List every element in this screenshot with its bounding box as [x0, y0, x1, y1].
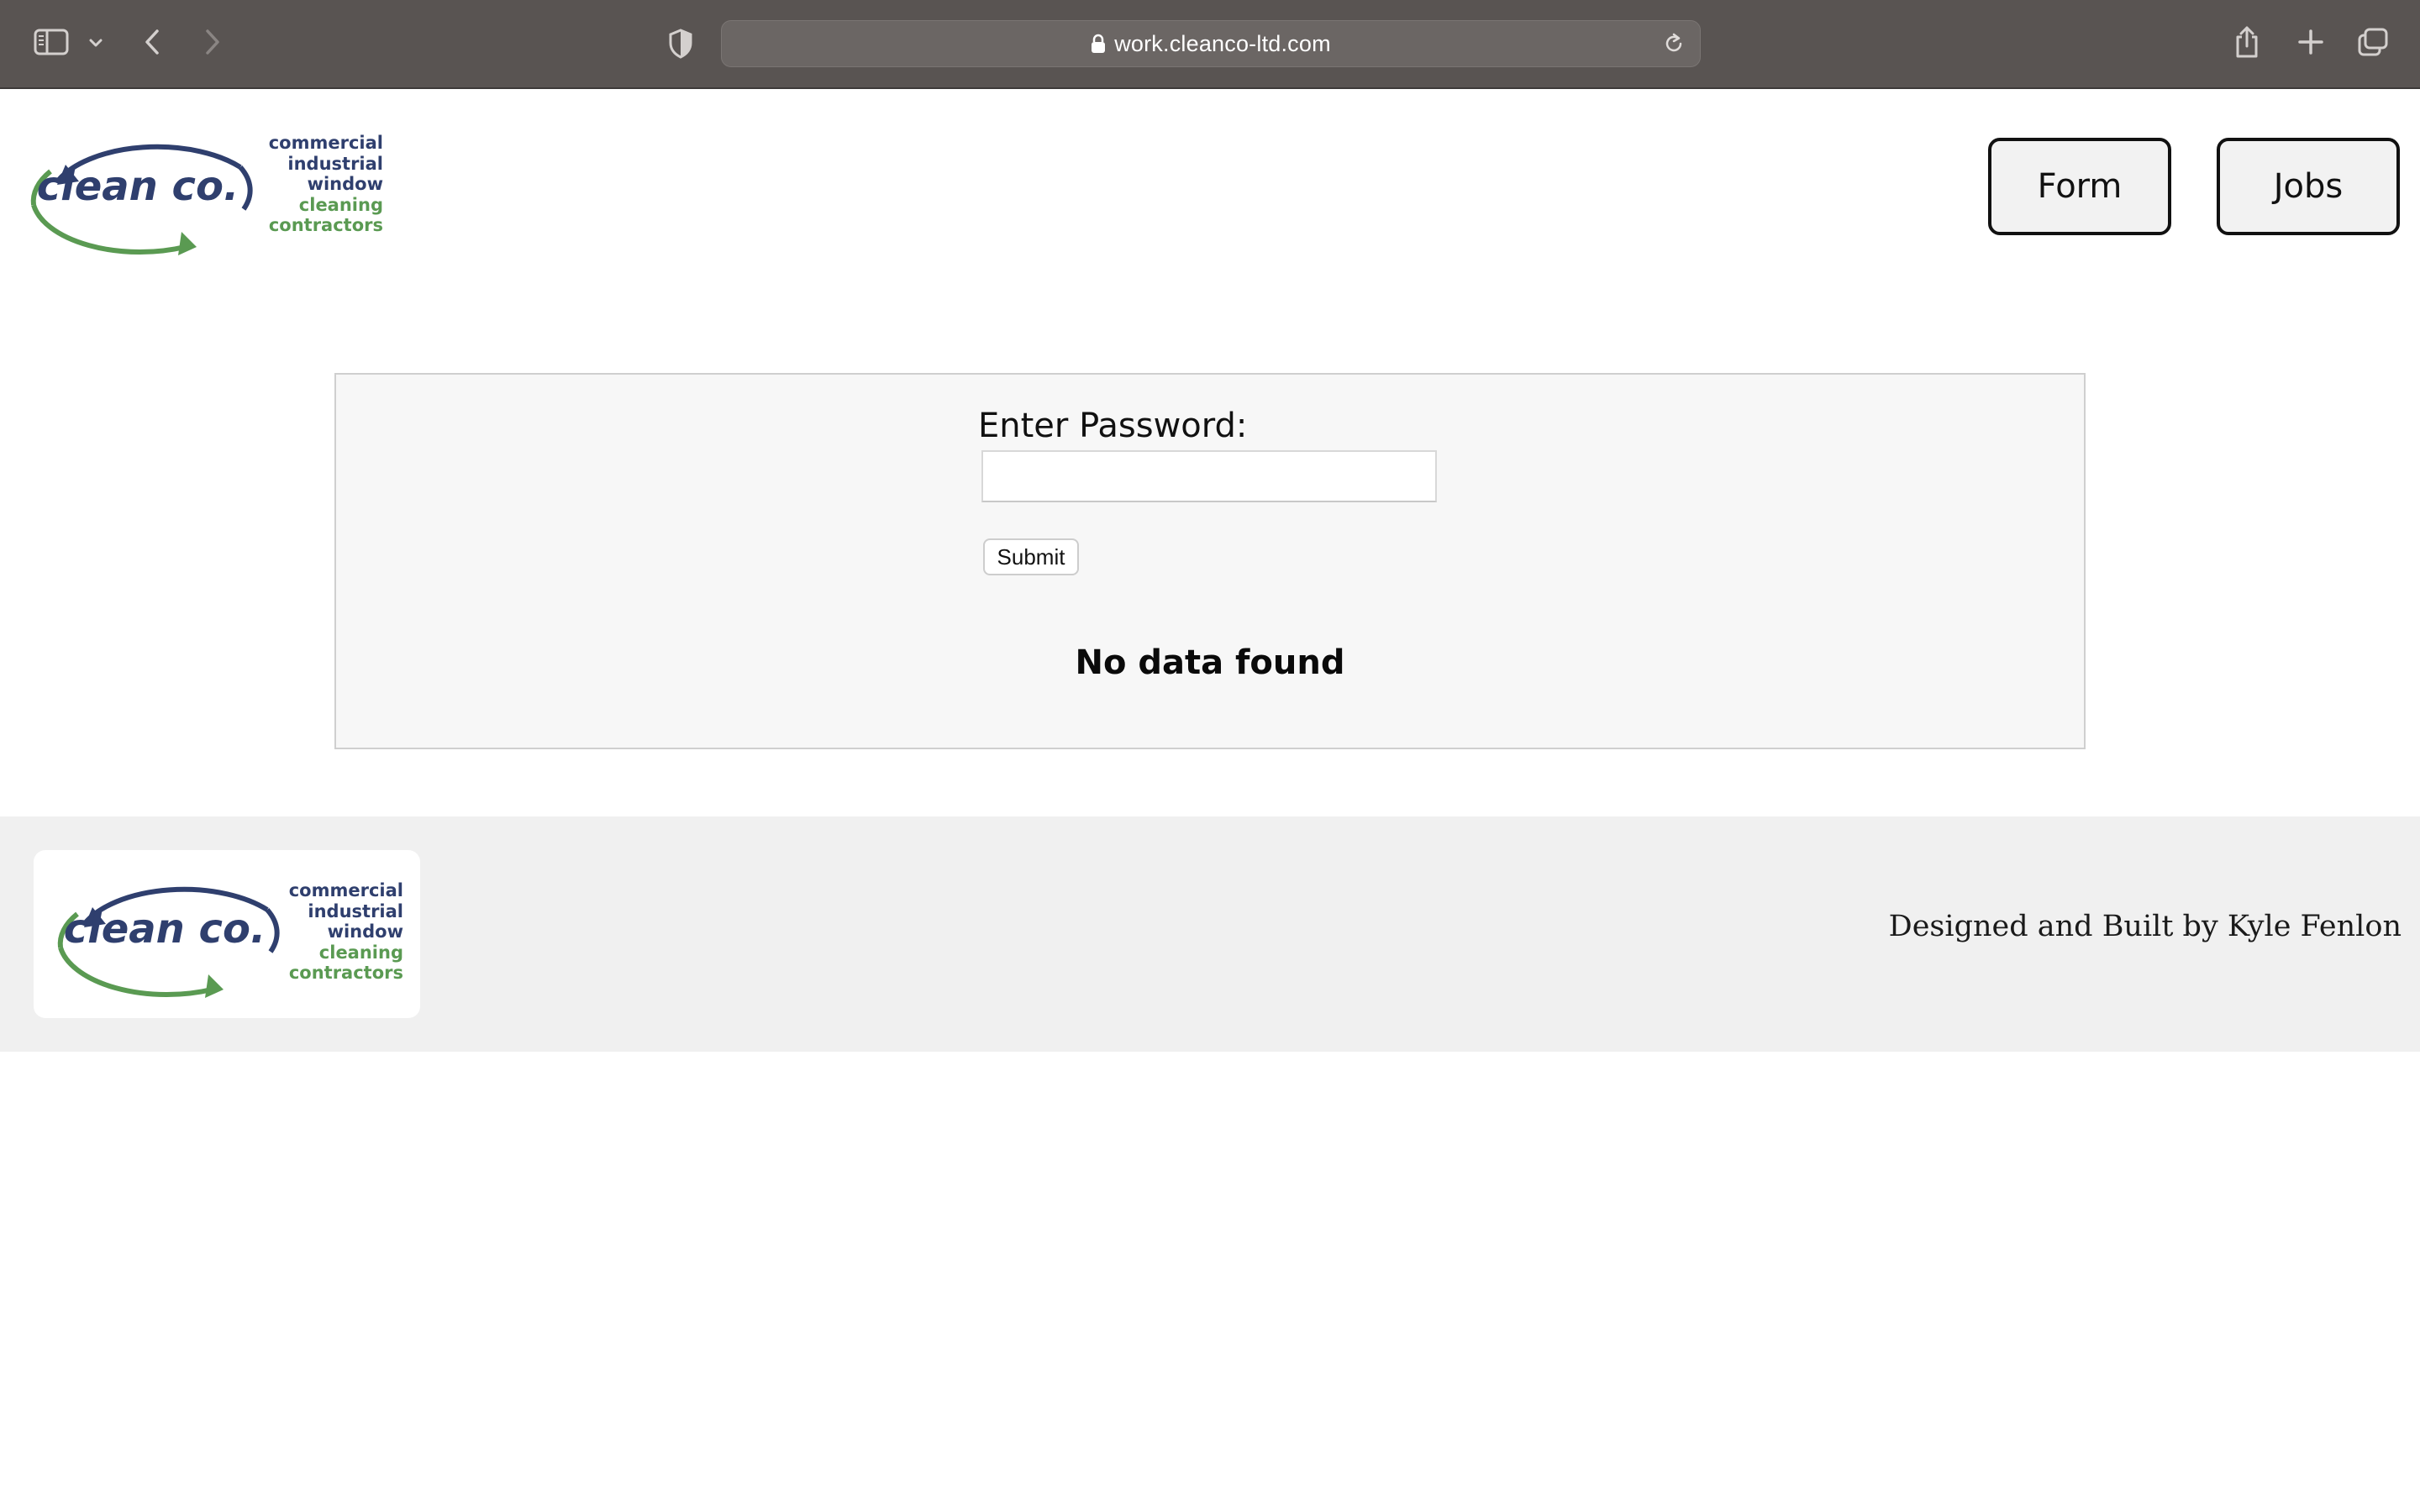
submit-button[interactable]: Submit — [983, 538, 1079, 575]
logo-line: contractors — [288, 963, 403, 983]
logo-line: window — [327, 921, 403, 942]
url-text: work.cleanco-ltd.com — [1114, 30, 1331, 56]
logo-line: window — [307, 174, 383, 194]
logo-line: contractors — [268, 215, 383, 235]
jobs-button[interactable]: Jobs — [2217, 138, 2400, 235]
logo-wordmark: clean co. — [37, 163, 239, 210]
logo-line: cleaning — [318, 942, 403, 963]
tabs-overview-icon[interactable] — [2354, 25, 2391, 59]
header-logo[interactable]: clean co. commercial industrial window c… — [17, 121, 387, 262]
logo-line: cleaning — [298, 194, 383, 215]
clean-co-logo-mark: clean co. — [57, 886, 280, 998]
footer-credit: Designed and Built by Kyle Fenlon — [1888, 910, 2402, 943]
forward-arrow-icon[interactable] — [200, 25, 225, 59]
sidebar-icon[interactable] — [32, 25, 71, 59]
logo-line: industrial — [287, 153, 383, 174]
logo-line: commercial — [288, 880, 403, 900]
lock-icon — [1091, 34, 1106, 54]
password-input[interactable] — [981, 450, 1437, 502]
reload-icon[interactable] — [1663, 32, 1685, 55]
share-icon[interactable] — [2230, 24, 2264, 60]
plus-icon[interactable] — [2294, 25, 2328, 59]
address-bar[interactable]: work.cleanco-ltd.com — [721, 20, 1701, 67]
logo-line: industrial — [308, 900, 403, 921]
logo-tagline: commercial industrial window cleaning co… — [266, 133, 383, 236]
password-label: Enter Password: — [978, 407, 1248, 445]
footer-logo: clean co. commercial industrial window c… — [34, 850, 420, 1018]
form-button[interactable]: Form — [1988, 138, 2171, 235]
back-arrow-icon[interactable] — [139, 25, 165, 59]
logo-line: commercial — [268, 133, 383, 153]
clean-co-logo-mark: clean co. — [30, 144, 253, 255]
logo-wordmark: clean co. — [64, 906, 266, 953]
logo-tagline: commercial industrial window cleaning co… — [286, 880, 403, 984]
privacy-shield-icon[interactable] — [666, 27, 696, 60]
chevron-down-icon[interactable] — [86, 30, 106, 55]
browser-toolbar: work.cleanco-ltd.com — [0, 0, 2420, 89]
status-message: No data found — [1075, 643, 1345, 682]
